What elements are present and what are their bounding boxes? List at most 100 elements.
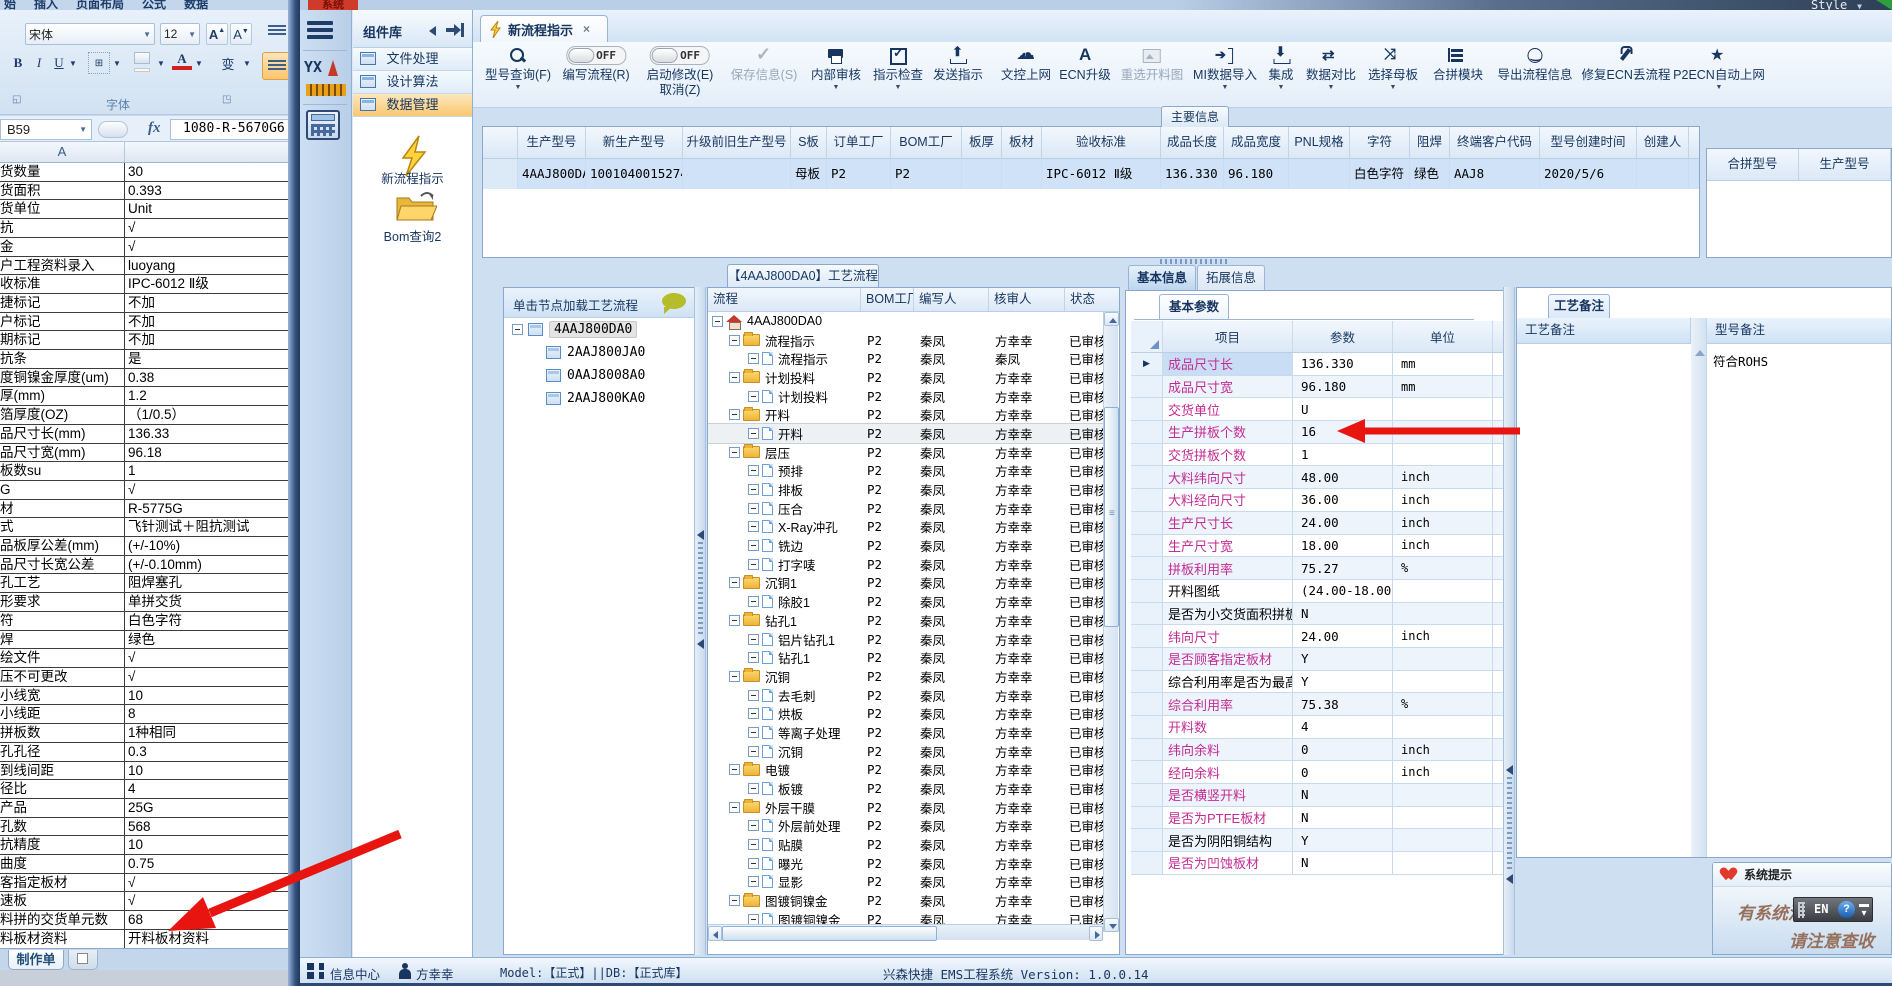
flow-tree-row[interactable]: 计划投料 P2 秦凤 方幸幸 已审核 [708,387,1103,406]
row-selector[interactable] [1131,693,1163,715]
tab-basic-info[interactable]: 基本信息 [1128,265,1196,290]
spreadsheet-row[interactable]: 符 白色字符 [0,611,291,631]
expand-icon[interactable] [729,801,740,813]
row-selector[interactable] [1131,489,1163,511]
tree-root-node[interactable]: 4AAJ800DA0 [504,318,694,341]
ribbon-button[interactable]: 发送指示 [933,44,983,83]
row-selector[interactable] [1131,806,1163,829]
param-row[interactable]: 经向余料 0 inch [1131,761,1509,785]
flow-tree-row[interactable]: 开料 P2 秦凤 方幸幸 已审核 [708,405,1103,424]
font-name-select[interactable]: 宋体 ▼ [25,23,155,45]
category-button[interactable]: 设计算法 [353,71,472,94]
flow-tree-row[interactable]: 预排 P2 秦凤 方幸幸 已审核 [708,462,1103,481]
spreadsheet-row[interactable]: 捷标记 不加 [0,293,291,313]
param-row[interactable]: 纬向尺寸 24.00 inch [1131,625,1509,648]
ribbon-button[interactable]: 修复ECN丢流程 [1582,46,1670,83]
row-selector[interactable] [1131,625,1163,647]
underline-dropdown[interactable]: ▼ [68,56,78,70]
grow-font-button[interactable]: A ▲ [206,23,228,45]
spreadsheet-row[interactable]: 到线间距 10 [0,761,291,781]
row-selector[interactable] [1131,353,1163,375]
flow-tree-row[interactable]: 沉铜 P2 秦凤 方幸幸 已审核 [708,742,1103,761]
flow-tree-row[interactable]: 显影 P2 秦凤 方幸幸 已审核 [708,873,1103,892]
flow-tree-row[interactable]: 外层干膜 P2 秦凤 方幸幸 已审核 [708,798,1103,817]
ime-language-bar[interactable]: EN ? ▬ ▾ [1793,897,1873,922]
phonetic-dropdown[interactable]: ▼ [242,56,252,70]
dropdown-arrow-icon[interactable]: ▼ [1278,83,1285,93]
formula-value[interactable]: 1080-R-5670G6 [170,119,291,140]
row-selector[interactable] [1131,511,1163,534]
fill-color-button[interactable] [132,52,154,72]
scroll-right-icon[interactable] [1089,926,1103,941]
ribbon-button[interactable]: OFF 启动修改(E) 取消(Z) [647,46,713,98]
font-size-select[interactable]: 12 ▼ [160,23,200,45]
flow-tree-row[interactable]: 层压 P2 秦凤 方幸幸 已审核 [708,443,1103,462]
ribbon-button[interactable]: 保存信息(S) [731,44,798,83]
collapse-icon[interactable] [512,324,523,335]
expand-icon[interactable] [748,427,759,439]
ime-minimize-icon[interactable]: ▬ ▾ [1859,900,1869,919]
expand-icon[interactable] [729,334,740,346]
expand-icon[interactable] [748,708,759,720]
spreadsheet-row[interactable]: 箔厚度(OZ) （1/0.5） [0,406,291,425]
expand-icon[interactable] [729,409,740,421]
flow-tree-row[interactable]: 压合 P2 秦凤 方幸幸 已审核 [708,499,1103,518]
param-row[interactable]: 是否横竖开料 N [1131,784,1509,807]
flow-tree-row[interactable]: 计划投料 P2 秦凤 方幸幸 已审核 [708,368,1103,387]
flow-tree-row[interactable]: 外层前处理 P2 秦凤 方幸幸 已审核 [708,817,1103,836]
param-row[interactable]: 综合利用率是否为最高 Y [1131,670,1509,694]
phonetic-button[interactable]: 变 [216,52,240,74]
expand-icon[interactable] [748,726,759,738]
row-selector[interactable] [1131,761,1163,784]
back-arrow-icon[interactable] [429,26,436,36]
param-row[interactable]: 是否为小交货面积拼板 N [1131,602,1509,626]
dropdown-arrow-icon[interactable]: ▼ [1222,83,1229,93]
spreadsheet-row[interactable]: 孔数 568 [0,817,291,837]
calculator-icon[interactable] [306,110,340,140]
spreadsheet-row[interactable]: 形要求 单拼交货 [0,593,291,612]
param-row[interactable]: 交货拼板个数 1 [1131,443,1509,467]
scroll-down-icon[interactable] [1104,918,1119,932]
spreadsheet-row[interactable]: 厚(mm) 1.2 [0,387,291,407]
spreadsheet-row[interactable]: 料板材资料 开料板材资料 [0,929,291,949]
spreadsheet-row[interactable]: 货面积 0.393 [0,181,291,201]
expand-icon[interactable] [748,390,759,402]
spreadsheet-row[interactable]: 货数量 30 [0,163,291,182]
spreadsheet-row[interactable]: 材 R-5775G [0,499,291,519]
system-message-title[interactable]: 系统提示 [1713,863,1891,887]
spreadsheet-row[interactable]: 客指定板材 √ [0,873,291,893]
sheet-tab[interactable]: 制作单 [8,950,64,970]
row-selector[interactable] [1131,443,1163,466]
row-selector[interactable] [1131,557,1163,579]
expand-icon[interactable] [729,446,740,458]
param-row[interactable]: 生产尺寸长 24.00 inch [1131,511,1509,535]
tab-basic-params[interactable]: 基本参数 [1134,294,1474,320]
close-tab-icon[interactable]: × [583,22,590,36]
expand-icon[interactable] [729,577,740,589]
expand-icon[interactable] [748,633,759,645]
bom-query-tool-label[interactable]: Bom查询2 [353,226,472,245]
row-selector[interactable] [1131,716,1163,738]
spreadsheet-row[interactable]: 金 √ [0,237,291,257]
ribbon-button[interactable]: MI数据导入 ▼ [1193,46,1257,93]
model-remark-text[interactable]: 符合ROHS [1713,351,1768,370]
spreadsheet-row[interactable]: 品尺寸长(mm) 136.33 [0,424,291,444]
param-row[interactable]: 是否顾客指定板材 Y [1131,647,1509,671]
spreadsheet-row[interactable]: 焊 绿色 [0,630,291,650]
spreadsheet-row[interactable]: 抗 √ [0,219,291,238]
flow-tree-row[interactable]: 曝光 P2 秦凤 方幸幸 已审核 [708,854,1103,873]
expand-icon[interactable] [748,540,759,552]
dropdown-arrow-icon[interactable]: ▼ [1390,83,1397,93]
spreadsheet-row[interactable]: 孔孔径 0.3 [0,742,291,762]
param-row[interactable]: 纬向余料 0 inch [1131,738,1509,762]
spreadsheet-row[interactable]: 货单位 Unit [0,200,291,220]
new-flow-tool-label[interactable]: 新流程指示 [353,168,472,187]
spreadsheet-row[interactable]: 小线距 8 [0,705,291,725]
flow-tree-row[interactable]: 沉铜1 P2 秦凤 方幸幸 已审核 [708,574,1103,593]
vertical-scrollbar[interactable] [1103,312,1119,932]
row-selector[interactable] [1131,421,1163,443]
dropdown-arrow-icon[interactable]: ▼ [833,83,840,93]
flow-tree-row[interactable]: 板镀 P2 秦凤 方幸幸 已审核 [708,779,1103,798]
tree-child-node[interactable]: 2AAJ800KA0 [504,387,694,410]
spreadsheet-row[interactable]: 品板厚公差(mm) (+/-10%) [0,537,291,556]
